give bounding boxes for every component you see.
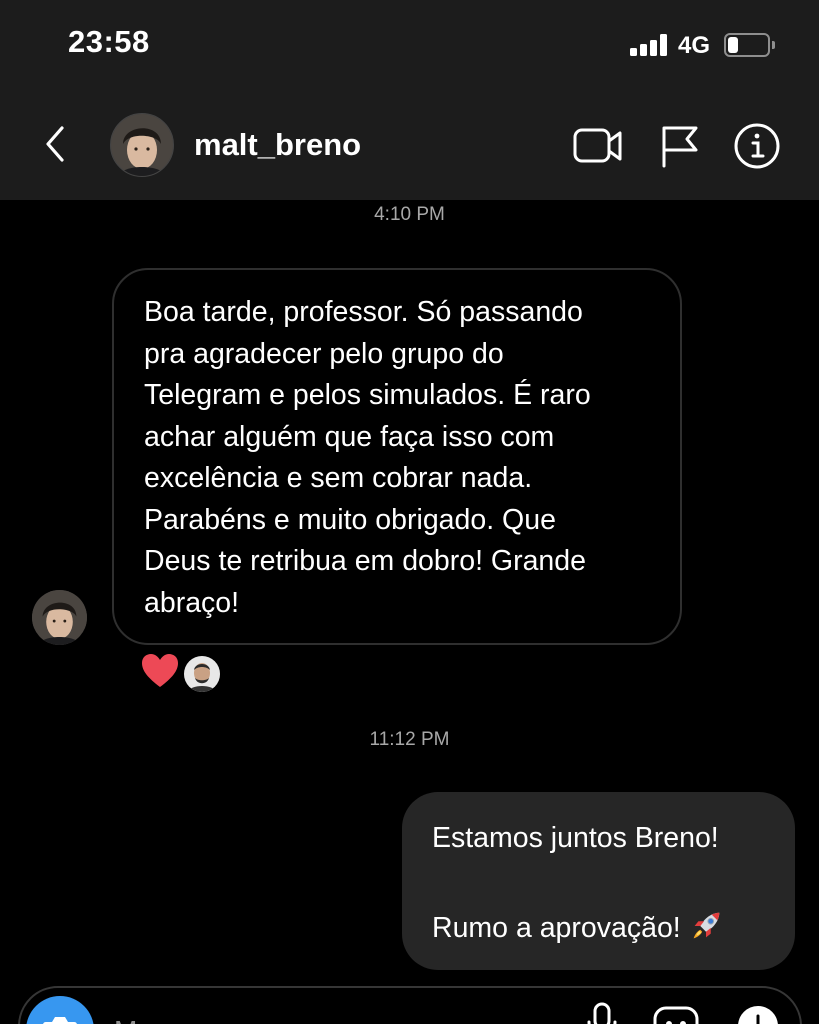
reactor-photo: [184, 656, 220, 692]
back-chevron-icon: [46, 126, 64, 162]
battery-icon: [724, 33, 775, 57]
back-button[interactable]: [38, 122, 74, 166]
message-input[interactable]: [112, 1010, 536, 1024]
video-call-icon: [573, 128, 622, 163]
outgoing-message-text: Rumo a aprovação!: [432, 912, 681, 944]
profile-avatar[interactable]: [110, 113, 174, 177]
outgoing-message-line: Estamos juntos Breno!: [432, 822, 719, 854]
incoming-message-text: Boa tarde, professor. Só passando pra ag…: [144, 296, 591, 619]
status-time: 23:58: [68, 24, 150, 59]
voice-message-button[interactable]: [580, 1000, 624, 1024]
username[interactable]: malt_breno: [194, 127, 361, 163]
message-timestamp: 4:10 PM: [374, 204, 445, 225]
add-icon: [738, 1006, 778, 1024]
signal-icon: [630, 34, 670, 56]
info-icon: [734, 123, 780, 169]
sender-photo: [32, 590, 87, 645]
camera-button[interactable]: [26, 996, 94, 1024]
message-timestamp: 11:12 PM: [369, 729, 450, 750]
network-type: 4G: [678, 32, 711, 59]
add-button[interactable]: [736, 1000, 780, 1024]
heart-reaction[interactable]: [140, 652, 180, 690]
heart-icon: [142, 654, 178, 687]
video-call-button[interactable]: [572, 122, 622, 170]
gallery-button[interactable]: [652, 1000, 699, 1024]
flag-icon: [662, 126, 698, 168]
outgoing-message-bubble[interactable]: Estamos juntos Breno! Rumo a aprovação!: [402, 792, 795, 970]
report-button[interactable]: [656, 122, 704, 170]
rocket-icon: [693, 912, 720, 939]
profile-photo: [111, 114, 173, 176]
sticker-icon: [653, 1006, 699, 1024]
incoming-message-bubble[interactable]: Boa tarde, professor. Só passando pra ag…: [112, 268, 682, 645]
sender-avatar[interactable]: [32, 590, 87, 645]
microphone-icon: [587, 1002, 617, 1024]
reactor-avatar[interactable]: [182, 654, 222, 694]
outgoing-message-line: Rumo a aprovação!: [432, 906, 765, 951]
info-button[interactable]: [733, 122, 781, 170]
dm-screen: 23:58 4G malt_breno 4:10 PM Boa tarde, p…: [0, 0, 819, 1024]
top-bar: 23:58 4G malt_breno: [0, 0, 819, 200]
camera-icon: [43, 1017, 77, 1024]
